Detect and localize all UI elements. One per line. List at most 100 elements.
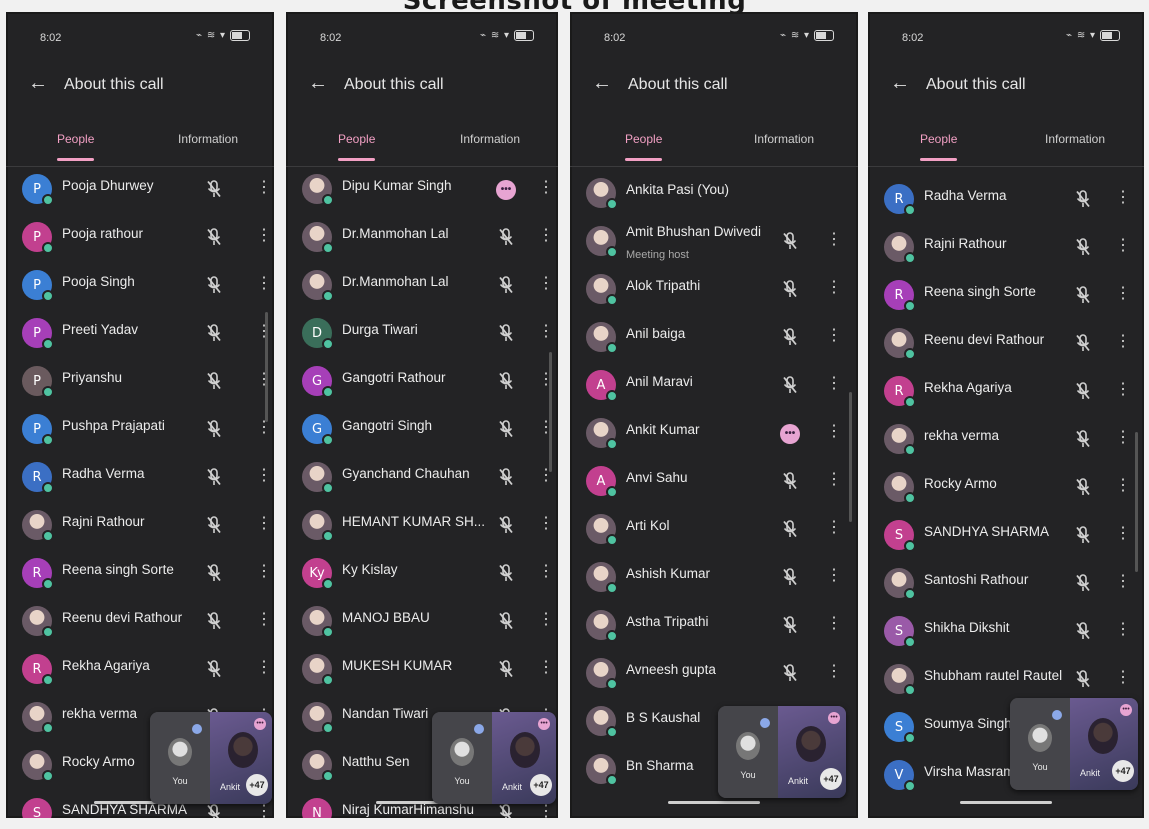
more-options-icon[interactable]: ⋮ — [1115, 621, 1131, 639]
more-options-icon[interactable]: ⋮ — [538, 275, 554, 293]
participant-row[interactable]: Dr.Manmohan Lal ⋮ — [286, 214, 558, 262]
tab-information[interactable]: Information — [460, 132, 520, 146]
more-options-icon[interactable]: ⋮ — [538, 563, 554, 581]
self-video-tile[interactable]: You — [718, 706, 778, 798]
participant-row[interactable]: Arti Kol ⋮ — [570, 506, 858, 554]
video-pip[interactable]: You ••• Ankit +47 — [150, 712, 272, 804]
participant-row[interactable]: Gyanchand Chauhan ⋮ — [286, 454, 558, 502]
back-arrow-icon[interactable]: ← — [592, 72, 612, 95]
scrollbar[interactable] — [265, 312, 268, 422]
more-options-icon[interactable]: ⋮ — [538, 659, 554, 677]
more-options-icon[interactable]: ⋮ — [1115, 333, 1131, 351]
video-pip[interactable]: You ••• Ankit +47 — [432, 712, 556, 804]
participant-count-badge[interactable]: +47 — [530, 774, 552, 796]
home-indicator[interactable] — [960, 801, 1052, 804]
more-options-icon[interactable]: ⋮ — [826, 615, 842, 633]
more-options-icon[interactable]: ⋮ — [1115, 189, 1131, 207]
participant-row[interactable]: Dipu Kumar Singh ••• ⋮ — [286, 166, 558, 214]
more-options-icon[interactable]: ⋮ — [1115, 237, 1131, 255]
more-options-icon[interactable]: ⋮ — [256, 323, 272, 341]
video-pip[interactable]: You ••• Ankit +47 — [1010, 698, 1138, 790]
self-video-tile[interactable]: You — [1010, 698, 1070, 790]
more-options-icon[interactable]: ⋮ — [1115, 669, 1131, 687]
tab-people[interactable]: People — [920, 132, 958, 161]
more-options-icon[interactable]: ⋮ — [256, 371, 272, 389]
speaker-video-tile[interactable]: ••• Ankit +47 — [1070, 698, 1138, 790]
participant-row[interactable]: Ashish Kumar ⋮ — [570, 554, 858, 602]
participant-row[interactable]: P Pooja Singh ⋮ — [6, 262, 274, 310]
participant-row[interactable]: P Preeti Yadav ⋮ — [6, 310, 274, 358]
more-options-icon[interactable]: ⋮ — [826, 327, 842, 345]
participant-row[interactable]: R Rekha Agariya ⋮ — [6, 646, 274, 694]
participant-row[interactable]: Alok Tripathi ⋮ — [570, 266, 858, 314]
scrollbar[interactable] — [1135, 432, 1138, 572]
more-options-icon[interactable]: ⋮ — [1115, 525, 1131, 543]
participant-row[interactable]: A Anil Maravi ⋮ — [570, 362, 858, 410]
more-options-icon[interactable]: ⋮ — [538, 611, 554, 629]
more-options-icon[interactable]: ⋮ — [1115, 429, 1131, 447]
more-options-icon[interactable]: ⋮ — [256, 515, 272, 533]
more-options-icon[interactable]: ⋮ — [826, 471, 842, 489]
participant-row[interactable]: Santoshi Rathour ⋮ — [868, 560, 1144, 608]
participant-row[interactable]: G Gangotri Rathour ⋮ — [286, 358, 558, 406]
participant-row[interactable]: MUKESH KUMAR ⋮ — [286, 646, 558, 694]
participant-row[interactable]: D Durga Tiwari ⋮ — [286, 310, 558, 358]
back-arrow-icon[interactable]: ← — [890, 72, 910, 95]
tab-people[interactable]: People — [57, 132, 95, 161]
more-options-icon[interactable]: ⋮ — [1115, 381, 1131, 399]
more-options-icon[interactable]: ⋮ — [256, 611, 272, 629]
more-options-icon[interactable]: ⋮ — [256, 419, 272, 437]
home-indicator[interactable] — [668, 801, 760, 804]
participant-count-badge[interactable]: +47 — [1112, 760, 1134, 782]
participant-row[interactable]: MANOJ BBAU ⋮ — [286, 598, 558, 646]
back-arrow-icon[interactable]: ← — [308, 72, 328, 95]
more-options-icon[interactable]: ⋮ — [256, 467, 272, 485]
participant-row[interactable]: R Reena singh Sorte ⋮ — [6, 550, 274, 598]
tab-people[interactable]: People — [338, 132, 376, 161]
more-options-icon[interactable]: ⋮ — [256, 275, 272, 293]
participant-row[interactable]: P Pooja Dhurwey ⋮ — [6, 166, 274, 214]
participant-row[interactable]: Rocky Armo ⋮ — [868, 464, 1144, 512]
video-pip[interactable]: You ••• Ankit +47 — [718, 706, 846, 798]
more-options-icon[interactable]: ⋮ — [538, 419, 554, 437]
tab-people[interactable]: People — [625, 132, 663, 161]
participant-row[interactable]: Rajni Rathour ⋮ — [868, 224, 1144, 272]
participant-count-badge[interactable]: +47 — [246, 774, 268, 796]
speaker-video-tile[interactable]: ••• Ankit +47 — [210, 712, 272, 804]
scrollbar[interactable] — [849, 392, 852, 522]
participant-row[interactable]: Avneesh gupta ⋮ — [570, 650, 858, 698]
more-options-icon[interactable]: ⋮ — [826, 663, 842, 681]
more-options-icon[interactable]: ⋮ — [1115, 477, 1131, 495]
participant-row[interactable]: Ankit Kumar ••• ⋮ — [570, 410, 858, 458]
participant-row[interactable]: R Radha Verma ⋮ — [6, 454, 274, 502]
participant-row[interactable]: P Priyanshu ⋮ — [6, 358, 274, 406]
participant-row[interactable]: S SANDHYA SHARMA ⋮ — [868, 512, 1144, 560]
participant-row[interactable]: HEMANT KUMAR SH... ⋮ — [286, 502, 558, 550]
more-options-icon[interactable]: ⋮ — [826, 231, 842, 249]
participant-row[interactable]: P Pooja rathour ⋮ — [6, 214, 274, 262]
tab-information[interactable]: Information — [178, 132, 238, 146]
more-options-icon[interactable]: ⋮ — [538, 179, 554, 197]
participant-row[interactable]: Dr.Manmohan Lal ⋮ — [286, 262, 558, 310]
participant-count-badge[interactable]: +47 — [820, 768, 842, 790]
more-options-icon[interactable]: ⋮ — [538, 227, 554, 245]
participant-row[interactable]: rekha verma ⋮ — [868, 416, 1144, 464]
self-video-tile[interactable]: You — [150, 712, 210, 804]
participant-row[interactable]: Anil baiga ⋮ — [570, 314, 858, 362]
more-options-icon[interactable]: ⋮ — [538, 515, 554, 533]
more-options-icon[interactable]: ⋮ — [1115, 285, 1131, 303]
participant-row[interactable]: R Reena singh Sorte ⋮ — [868, 272, 1144, 320]
more-options-icon[interactable]: ⋮ — [1115, 573, 1131, 591]
scrollbar[interactable] — [549, 352, 552, 472]
tab-information[interactable]: Information — [1045, 132, 1105, 146]
participant-row[interactable]: Ankita Pasi (You) — [570, 170, 858, 218]
participant-row[interactable]: R Rekha Agariya ⋮ — [868, 368, 1144, 416]
more-options-icon[interactable]: ⋮ — [538, 803, 554, 818]
participant-row[interactable]: Reenu devi Rathour ⋮ — [868, 320, 1144, 368]
participant-row[interactable]: Ky Ky Kislay ⋮ — [286, 550, 558, 598]
participant-row[interactable]: Reenu devi Rathour ⋮ — [6, 598, 274, 646]
participant-row[interactable]: P Pushpa Prajapati ⋮ — [6, 406, 274, 454]
participant-row[interactable]: Amit Bhushan Dwivedi Meeting host ⋮ — [570, 218, 858, 266]
tab-information[interactable]: Information — [754, 132, 814, 146]
more-options-icon[interactable]: ⋮ — [826, 423, 842, 441]
